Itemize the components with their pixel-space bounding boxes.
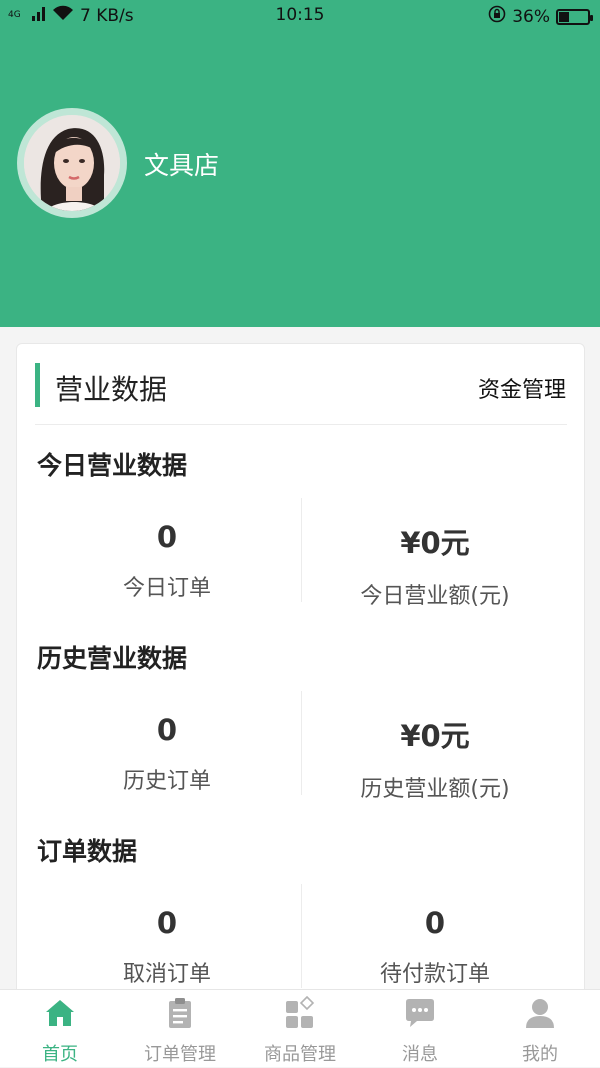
stat-pending-payment-orders[interactable]: 0 待付款订单	[295, 906, 575, 988]
stat-cancelled-orders[interactable]: 0 取消订单	[27, 906, 307, 988]
title-accent-bar	[35, 363, 40, 407]
stat-history-orders[interactable]: 0 历史订单	[27, 713, 307, 795]
tab-label: 我的	[522, 1044, 558, 1065]
shop-name: 文具店	[144, 151, 220, 180]
stat-today-orders[interactable]: 0 今日订单	[27, 520, 307, 602]
profile-header: 文具店	[0, 0, 600, 327]
tab-label: 首页	[42, 1044, 78, 1065]
rotation-lock-icon	[488, 5, 506, 28]
tab-home[interactable]: 首页	[0, 990, 120, 1068]
stat-label: 取消订单	[122, 962, 211, 987]
stat-label: 历史订单	[122, 769, 211, 794]
stat-label: 今日订单	[122, 576, 211, 601]
stat-value: 0	[156, 906, 178, 940]
stat-value: 0	[424, 906, 446, 940]
stat-label: 历史营业额(元)	[360, 777, 510, 802]
user-icon	[523, 996, 557, 1030]
header-divider	[35, 424, 567, 425]
bottom-tab-bar: 首页 订单管理 商品管理 消息 我的	[0, 989, 600, 1067]
stat-value: 0	[156, 520, 178, 554]
grid-icon	[283, 995, 317, 1030]
tab-label: 商品管理	[264, 1044, 336, 1065]
stat-value: 0	[156, 713, 178, 747]
chat-icon	[403, 996, 437, 1030]
status-bar: 4G 7 KB/s 10:15 36%	[0, 0, 600, 32]
card-title: 营业数据	[55, 373, 168, 406]
fund-management-link[interactable]: 资金管理	[478, 372, 566, 404]
avatar-photo	[24, 115, 120, 211]
section-title-orders: 订单数据	[37, 837, 138, 866]
battery-icon	[556, 8, 593, 25]
section-title-today: 今日营业数据	[37, 451, 188, 480]
section-title-history: 历史营业数据	[37, 644, 188, 673]
tab-order-management[interactable]: 订单管理	[120, 990, 240, 1068]
card-header: 营业数据 资金管理	[17, 344, 584, 426]
stat-label: 今日营业额(元)	[360, 584, 510, 609]
clipboard-icon	[163, 996, 197, 1030]
stat-value: ¥0元	[400, 526, 470, 560]
tab-product-management[interactable]: 商品管理	[240, 990, 360, 1068]
avatar[interactable]	[17, 108, 127, 218]
home-icon	[43, 996, 77, 1030]
stat-label: 待付款订单	[379, 962, 490, 987]
tab-messages[interactable]: 消息	[360, 990, 480, 1068]
tab-mine[interactable]: 我的	[480, 990, 600, 1068]
battery-percent: 36%	[512, 6, 550, 27]
business-data-card: 营业数据 资金管理 今日营业数据 0 今日订单 ¥0元 今日营业额(元) 历史营…	[16, 343, 585, 1003]
tab-label: 订单管理	[144, 1044, 216, 1065]
stat-today-revenue[interactable]: ¥0元 今日营业额(元)	[295, 520, 575, 610]
stat-value: ¥0元	[400, 719, 470, 753]
tab-label: 消息	[402, 1044, 438, 1065]
stat-history-revenue[interactable]: ¥0元 历史营业额(元)	[295, 713, 575, 803]
